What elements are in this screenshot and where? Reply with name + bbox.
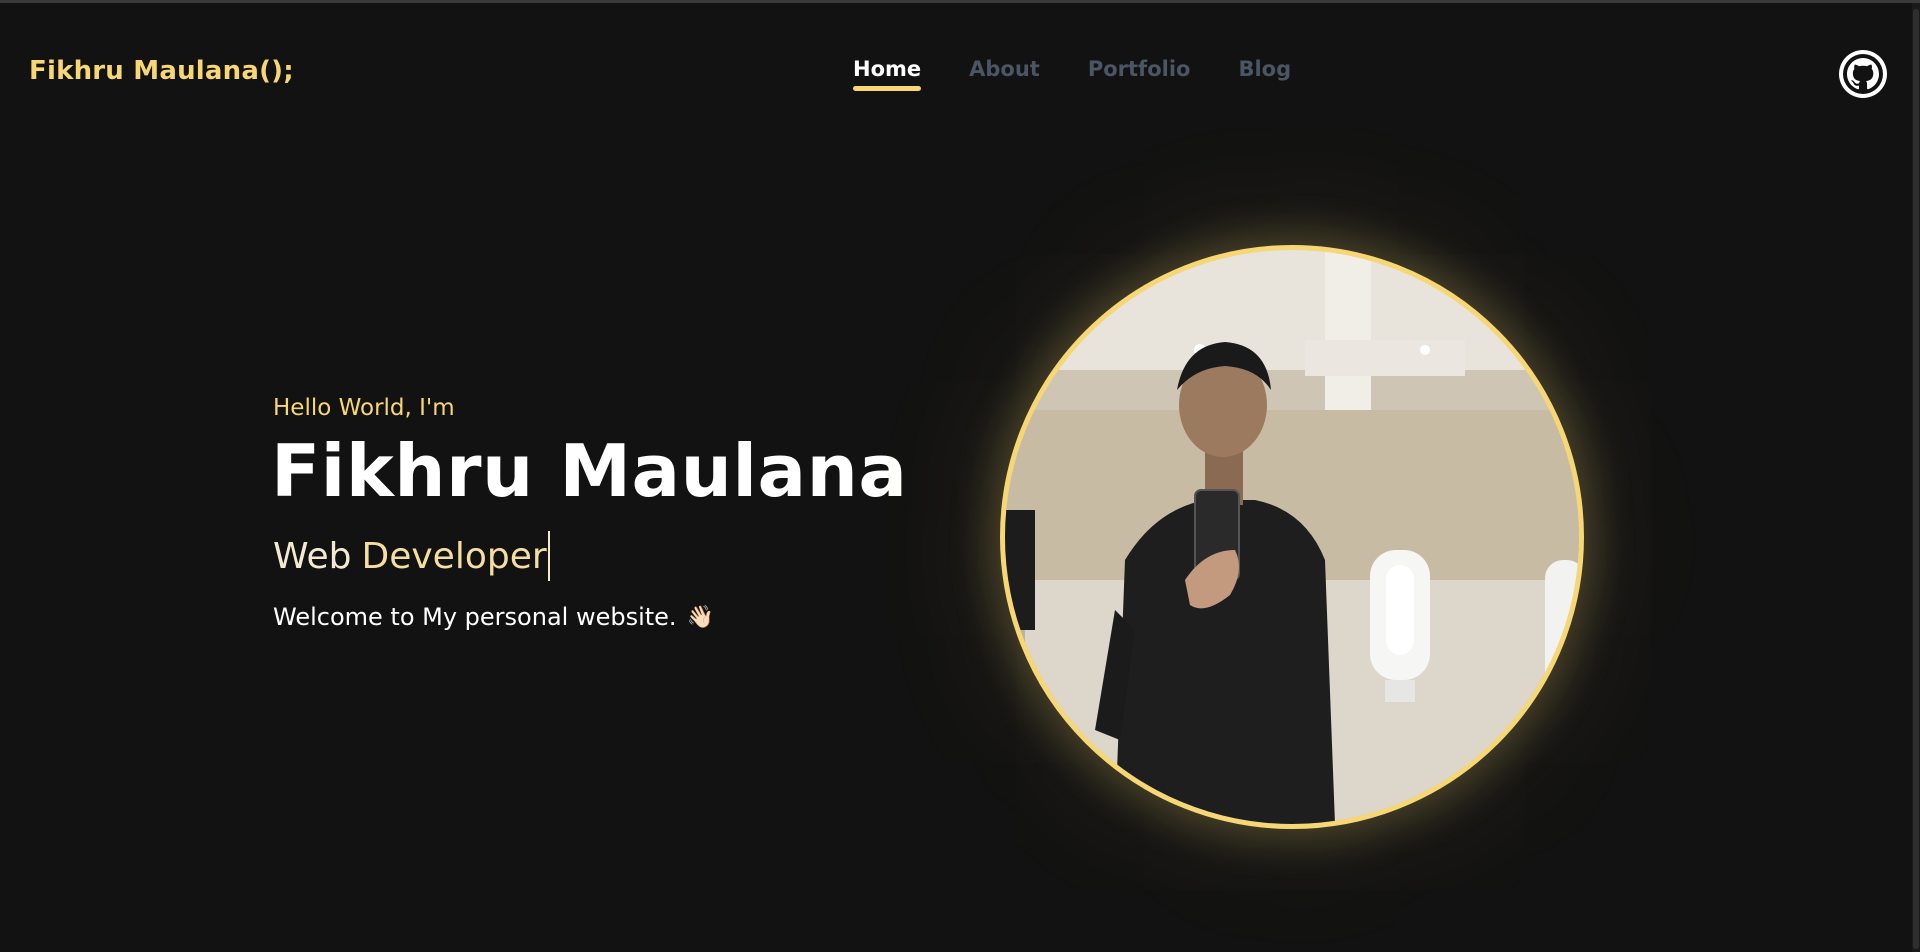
nav-blog[interactable]: Blog xyxy=(1238,57,1291,91)
hero-role-part1: Web xyxy=(273,535,352,577)
hero-welcome: Welcome to My personal website. 👋🏻 xyxy=(273,603,907,631)
nav-about[interactable]: About xyxy=(969,57,1040,91)
scrollbar-thumb[interactable] xyxy=(1913,9,1919,949)
typing-cursor xyxy=(547,531,550,581)
hero-role: Web Developer xyxy=(273,531,907,581)
nav-home[interactable]: Home xyxy=(853,57,922,91)
wave-icon: 👋🏻 xyxy=(686,604,714,630)
hero-welcome-text: Welcome to My personal website. xyxy=(273,603,677,631)
scrollbar[interactable] xyxy=(1912,3,1920,952)
hero-name: Fikhru Maulana xyxy=(271,429,908,513)
brand-logo[interactable]: Fikhru Maulana(); xyxy=(29,56,294,86)
hero-section: Hello World, I'm Fikhru Maulana Web Deve… xyxy=(271,395,908,631)
hero-greeting: Hello World, I'm xyxy=(273,395,455,421)
hero-role-part2: Developer xyxy=(361,535,547,577)
nav-portfolio[interactable]: Portfolio xyxy=(1088,57,1191,91)
profile-photo xyxy=(1000,245,1584,829)
main-nav: Home About Portfolio Blog xyxy=(853,57,1291,91)
github-icon[interactable] xyxy=(1838,49,1888,99)
window-top-border xyxy=(0,0,1920,3)
